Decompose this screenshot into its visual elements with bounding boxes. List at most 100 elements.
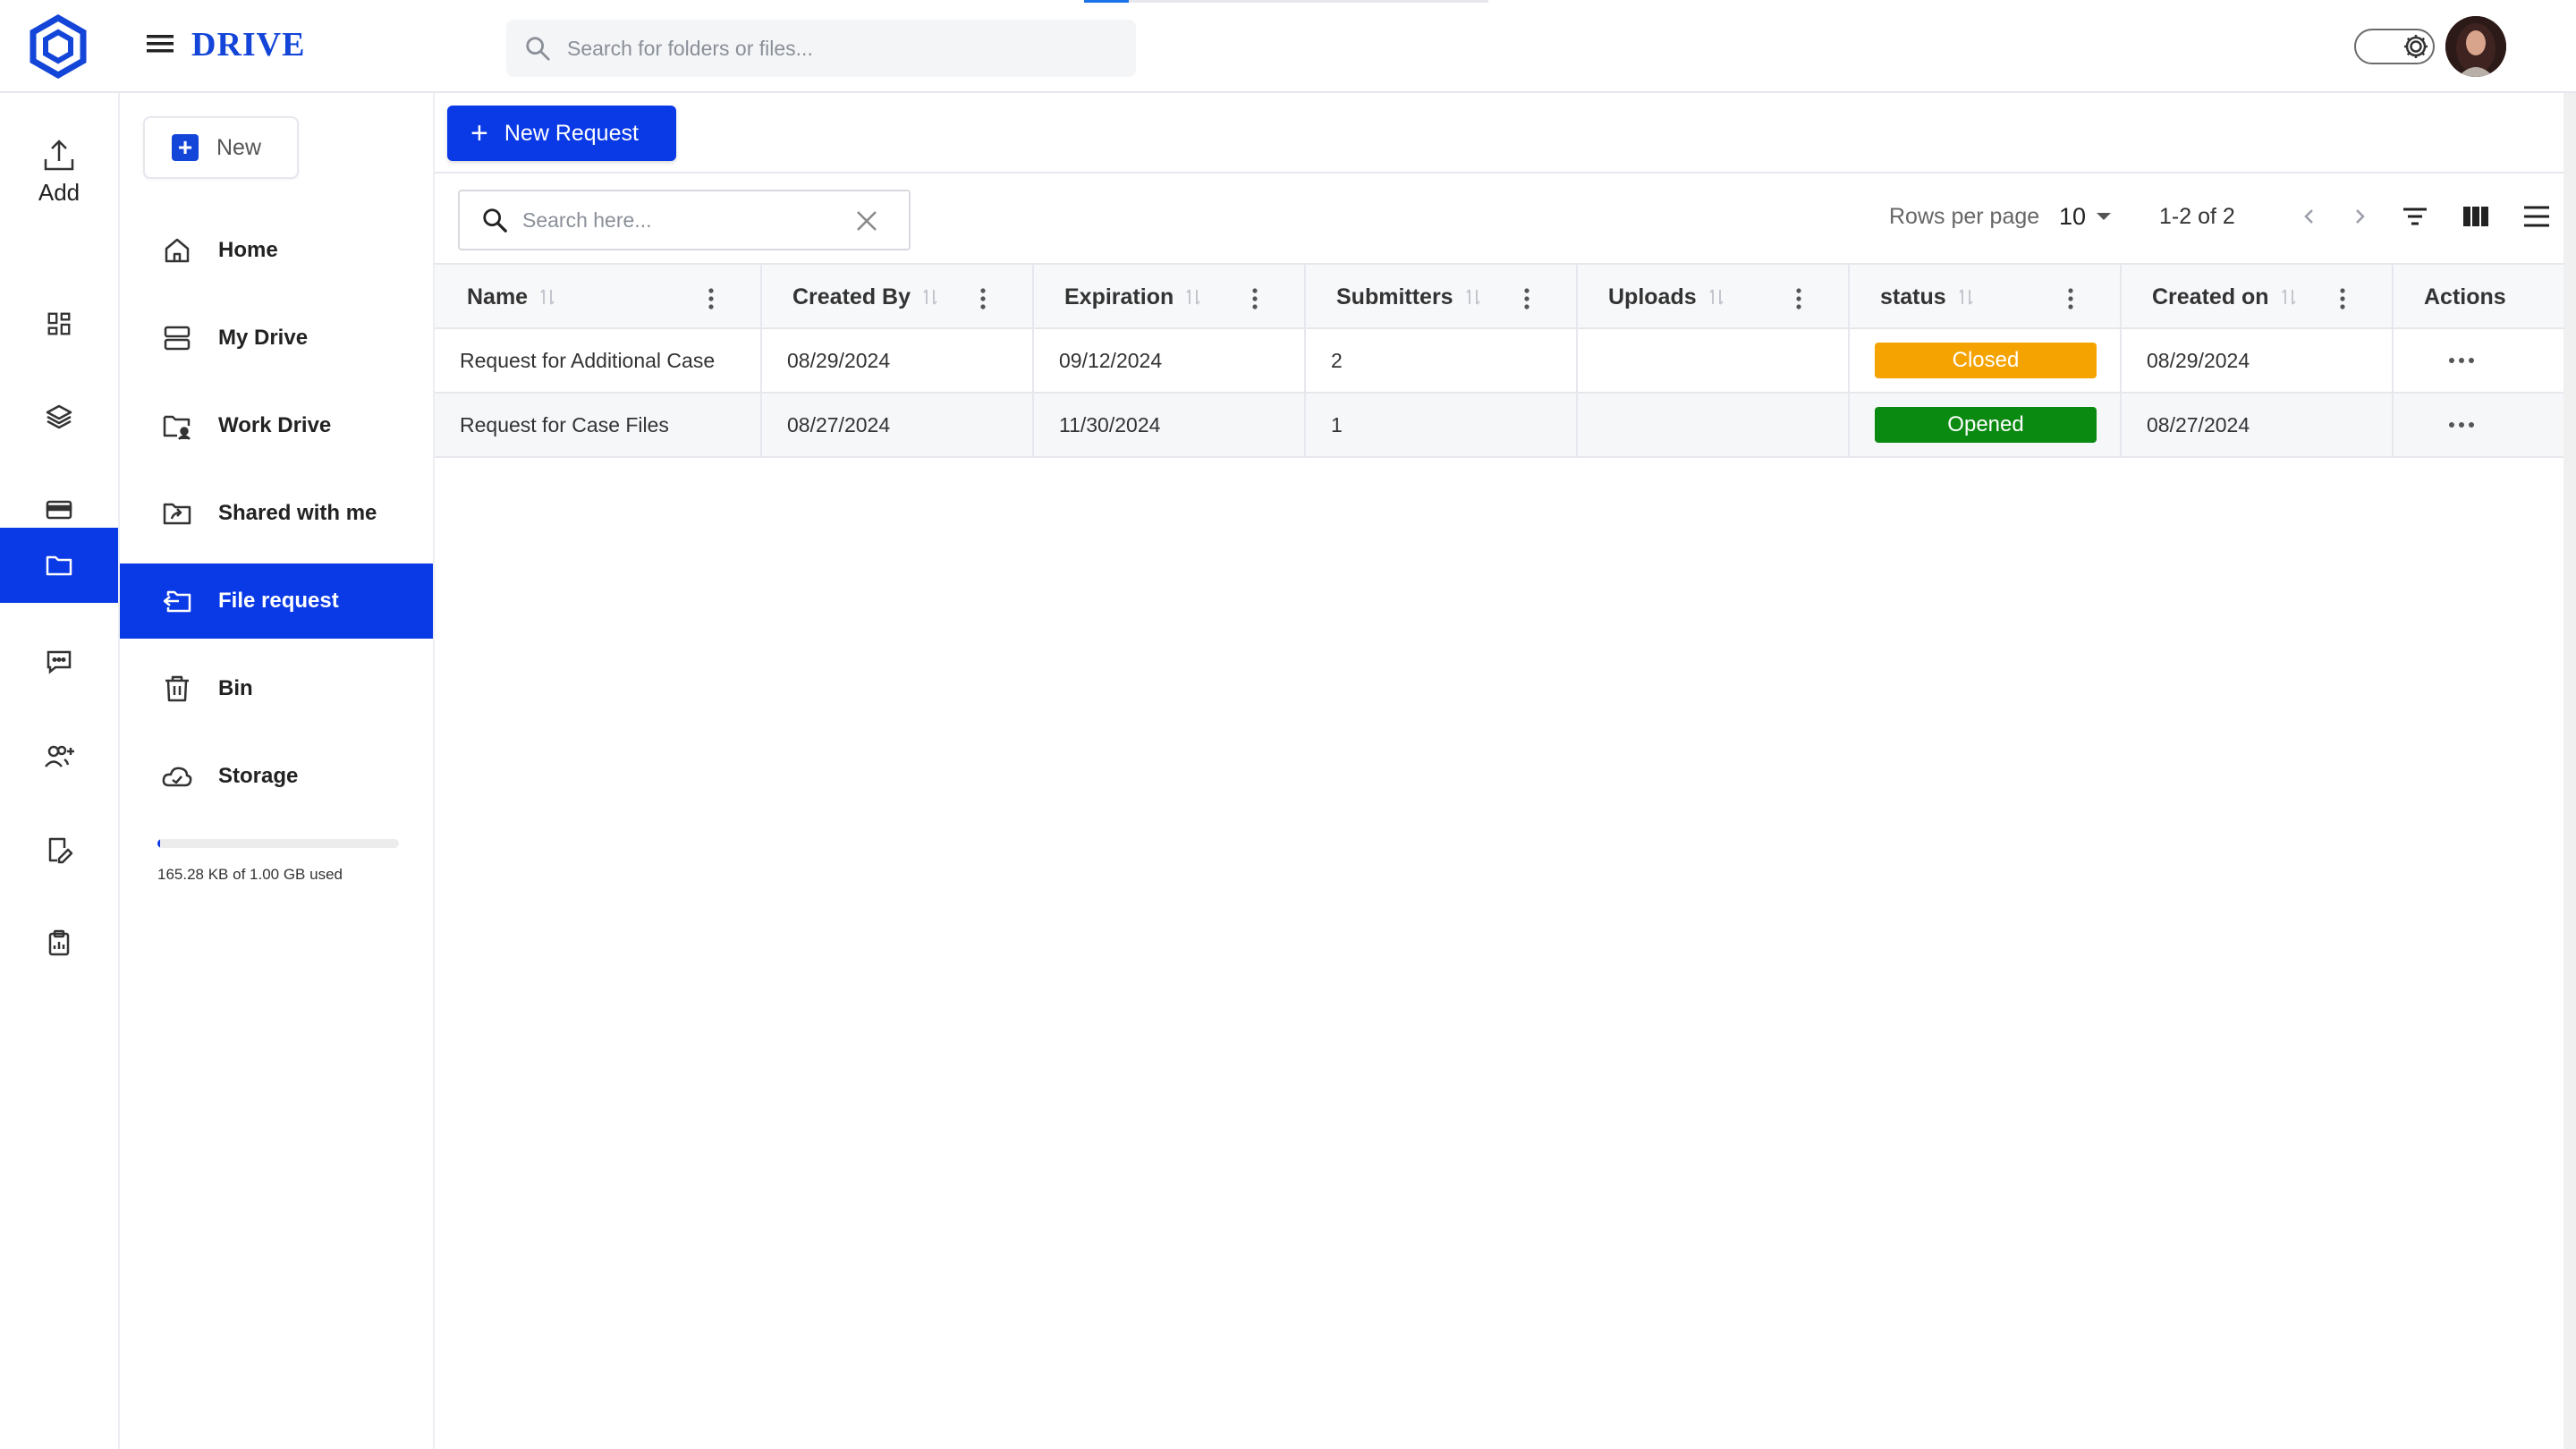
more-actions-icon[interactable] (2444, 347, 2479, 374)
rail-chat[interactable] (0, 624, 118, 699)
new-request-label: New Request (504, 120, 639, 146)
column-menu-icon[interactable] (2066, 286, 2075, 311)
cloud-icon (161, 760, 193, 792)
column-label: Name (467, 284, 529, 309)
column-menu-icon[interactable] (707, 286, 716, 311)
nav-item-home[interactable]: Home (120, 213, 433, 288)
nav-item-storage[interactable]: Storage (120, 739, 433, 814)
brand-title: DRIVE (191, 26, 306, 64)
column-header-created-by[interactable]: Created By (762, 265, 1034, 329)
rail-dashboard[interactable] (0, 286, 118, 361)
sort-icon[interactable] (921, 286, 939, 308)
edit-document-icon (45, 835, 73, 864)
action-strip: + New Request (435, 93, 2576, 174)
grid-search (458, 190, 911, 250)
column-header-name[interactable]: Name (435, 265, 762, 329)
nav-item-my-drive[interactable]: My Drive (120, 301, 433, 376)
columns-icon (2462, 202, 2490, 231)
table-row[interactable]: Request for Additional Case 08/29/2024 0… (435, 329, 2576, 394)
column-label: Expiration (1064, 284, 1174, 309)
column-menu-icon[interactable] (1522, 286, 1531, 311)
column-menu-icon[interactable] (1250, 286, 1259, 311)
rail-clipboard[interactable] (0, 905, 118, 980)
cell-actions (2394, 329, 2576, 392)
column-label: Actions (2424, 284, 2506, 309)
column-header-submitters[interactable]: Submitters (1306, 265, 1578, 329)
settings-toggle[interactable] (2354, 29, 2435, 64)
nav-item-label: Shared with me (218, 501, 377, 525)
column-label: status (1880, 284, 1946, 309)
density-button[interactable] (2519, 199, 2555, 234)
page-scrollbar[interactable] (2563, 93, 2576, 1449)
rows-per-page-select[interactable]: 10 (2059, 199, 2120, 234)
column-label: Created on (2152, 284, 2269, 309)
global-search-input[interactable] (565, 35, 1102, 62)
prev-page-button[interactable] (2292, 199, 2327, 234)
column-label: Created By (792, 284, 911, 309)
rail-users[interactable] (0, 719, 118, 794)
folder-icon (45, 551, 73, 580)
rows-per-page-value: 10 (2059, 202, 2087, 230)
chat-icon (45, 648, 73, 676)
home-icon (161, 234, 193, 267)
next-page-button[interactable] (2342, 199, 2377, 234)
rail-layers[interactable] (0, 379, 118, 454)
columns-button[interactable] (2458, 199, 2494, 234)
sort-icon[interactable] (1464, 286, 1482, 308)
nav-item-label: My Drive (218, 326, 309, 350)
settings-gear-icon (2401, 31, 2431, 62)
storage-usage-bar (157, 839, 399, 848)
sort-icon[interactable] (538, 286, 556, 308)
column-menu-icon[interactable] (1794, 286, 1803, 311)
sort-icon[interactable] (1707, 286, 1725, 308)
sort-icon[interactable] (1184, 286, 1202, 308)
plus-icon: + (470, 116, 488, 150)
column-header-uploads[interactable]: Uploads (1578, 265, 1850, 329)
cell-created-by: 08/29/2024 (762, 329, 1034, 392)
column-header-created-on[interactable]: Created on (2122, 265, 2394, 329)
logo-icon[interactable] (29, 14, 88, 79)
nav-item-file-request[interactable]: File request (120, 564, 433, 639)
main-content: + New Request Rows per page 10 1-2 of 2 (435, 93, 2576, 1449)
column-header-actions: Actions (2394, 265, 2576, 329)
rows-per-page-label: Rows per page (1889, 204, 2040, 229)
column-header-status[interactable]: status (1850, 265, 2122, 329)
nav-item-label: Work Drive (218, 413, 332, 437)
column-header-expiration[interactable]: Expiration (1034, 265, 1306, 329)
cell-status: Closed (1850, 329, 2122, 392)
nav-item-bin[interactable]: Bin (120, 651, 433, 726)
cell-actions (2394, 394, 2576, 456)
drive-icon (161, 322, 193, 354)
new-request-button[interactable]: + New Request (447, 106, 676, 161)
column-menu-icon[interactable] (2338, 286, 2347, 311)
global-search (506, 20, 1136, 77)
status-badge: Closed (1875, 343, 2097, 378)
add-button[interactable]: Add (0, 138, 118, 218)
work-folder-icon (161, 410, 193, 442)
shared-folder-icon (161, 497, 193, 530)
storage-usage-fill (157, 839, 160, 848)
rail-edit[interactable] (0, 812, 118, 887)
chevron-right-icon (2351, 208, 2368, 225)
column-menu-icon[interactable] (979, 286, 987, 311)
hamburger-menu-icon[interactable] (145, 30, 175, 57)
clipboard-icon (45, 928, 73, 957)
user-avatar[interactable] (2445, 16, 2506, 77)
nav-item-work-drive[interactable]: Work Drive (120, 388, 433, 463)
clear-search-icon[interactable] (855, 209, 878, 233)
more-actions-icon[interactable] (2444, 411, 2479, 438)
new-button[interactable]: + New (143, 116, 299, 179)
sort-icon[interactable] (1957, 286, 1975, 308)
density-icon (2522, 202, 2551, 231)
rail-folder[interactable] (0, 528, 118, 603)
cell-uploads (1578, 329, 1850, 392)
filter-button[interactable] (2397, 199, 2433, 234)
table-row[interactable]: Request for Case Files 08/27/2024 11/30/… (435, 394, 2576, 458)
nav-item-shared-with-me[interactable]: Shared with me (120, 476, 433, 551)
top-bar: DRIVE (0, 0, 2576, 93)
nav-item-label: Home (218, 238, 278, 262)
cell-uploads (1578, 394, 1850, 456)
grid-search-input[interactable] (521, 207, 843, 233)
new-button-label: New (216, 134, 262, 160)
sort-icon[interactable] (2280, 286, 2298, 308)
